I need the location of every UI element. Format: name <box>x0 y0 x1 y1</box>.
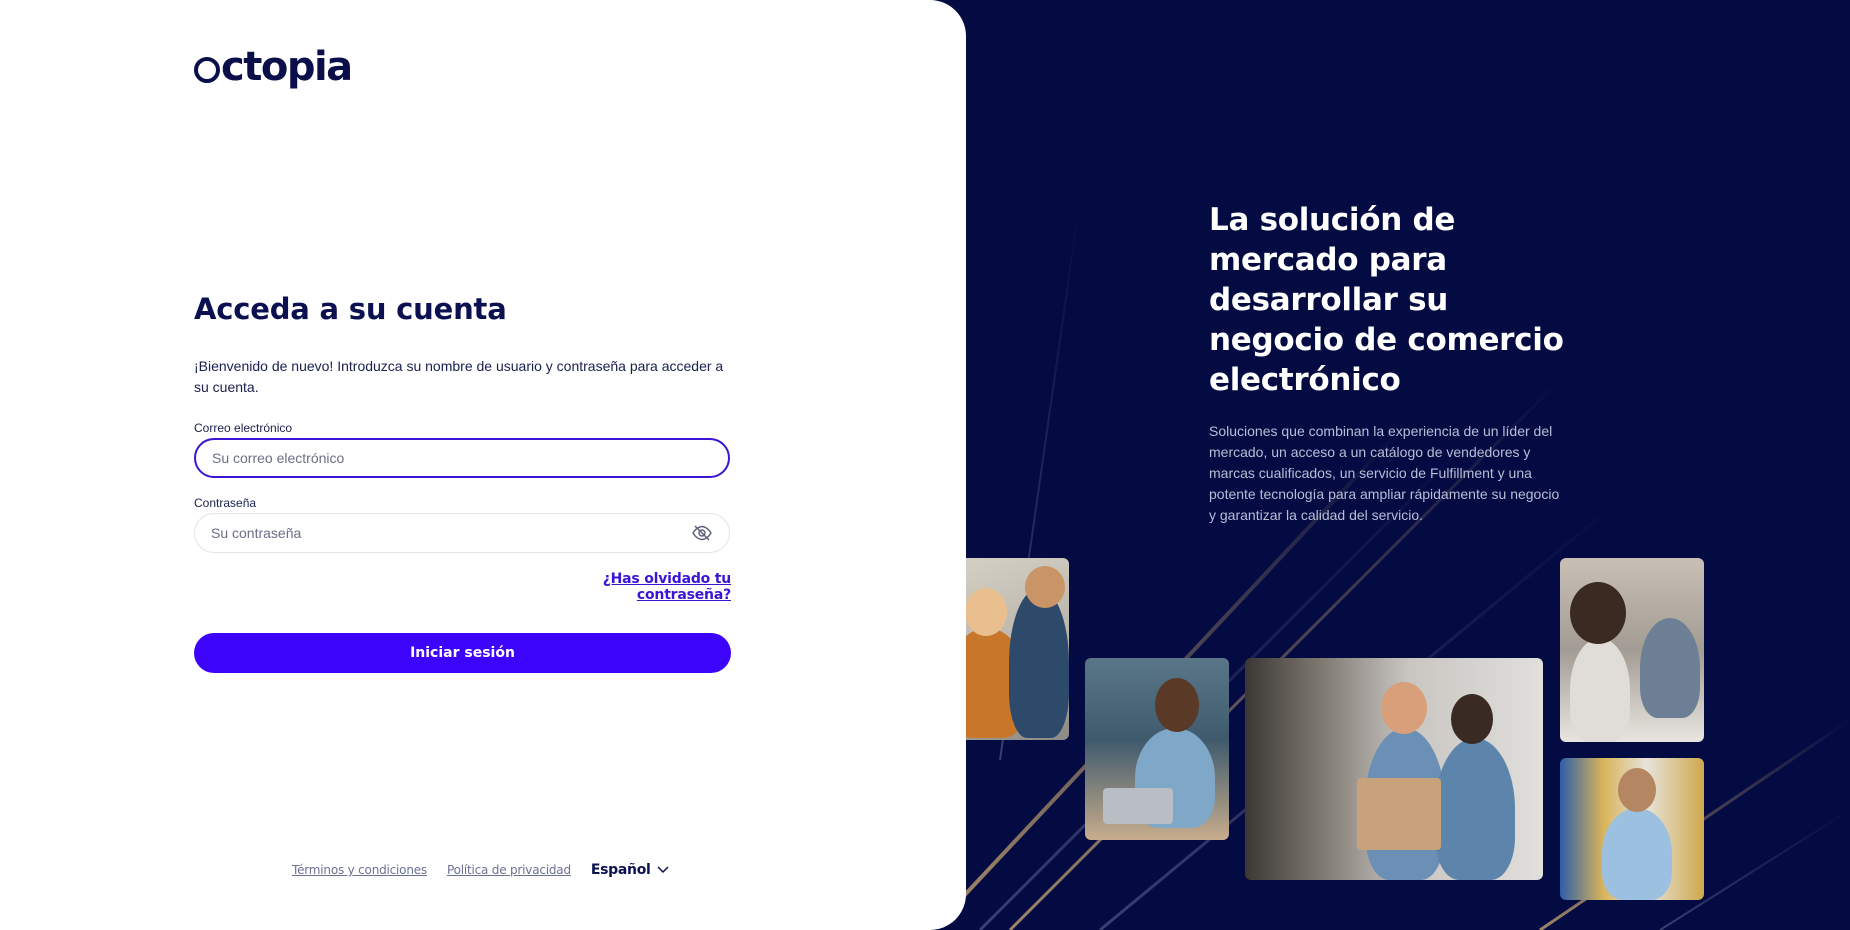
welcome-text: ¡Bienvenido de nuevo! Introduzca su nomb… <box>194 358 724 395</box>
password-field-wrapper <box>194 513 730 553</box>
photo-man-tablet <box>1560 758 1704 900</box>
eye-off-icon[interactable] <box>691 522 713 544</box>
octopia-logo: ctopia <box>194 44 353 90</box>
email-label: Correo electrónico <box>194 421 293 435</box>
photo-meeting <box>1560 558 1704 742</box>
forgot-password-link[interactable]: ¿Has olvidado tu contraseña? <box>531 571 731 603</box>
photo-woman-laptop <box>1085 658 1229 840</box>
octopia-logo-mark <box>194 57 220 83</box>
photo-team-with-box <box>1245 658 1543 880</box>
privacy-link[interactable]: Política de privacidad <box>447 863 571 877</box>
language-select[interactable]: Español <box>591 862 669 878</box>
password-label: Contraseña <box>194 496 257 510</box>
email-input[interactable] <box>212 450 712 466</box>
hero-title: La solución de mercado para desarrollar … <box>1209 202 1564 398</box>
hero-description: Soluciones que combinan la experiencia d… <box>1209 423 1560 523</box>
language-label: Español <box>590 862 651 878</box>
terms-link[interactable]: Términos y condiciones <box>292 863 427 877</box>
password-input[interactable] <box>211 525 691 541</box>
email-field-wrapper <box>194 438 730 478</box>
page-title: Acceda a su cuenta <box>194 292 507 326</box>
sign-in-button[interactable]: Iniciar sesión <box>194 633 731 673</box>
login-card: ctopia Acceda a su cuenta ¡Bienvenido de… <box>0 0 966 930</box>
chevron-down-icon <box>657 862 669 878</box>
footer: Términos y condiciones Política de priva… <box>292 862 669 878</box>
